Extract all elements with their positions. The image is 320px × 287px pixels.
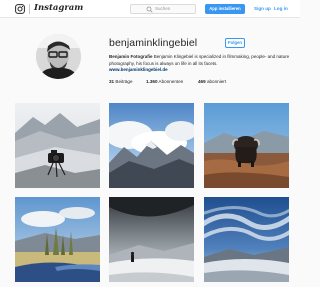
- profile-bio: Benjamin Fotografie Benjamin Klingebiel …: [109, 54, 294, 67]
- search-input[interactable]: Suchen: [130, 4, 196, 14]
- post-thumbnail-camera-on-snowy-mountain[interactable]: [15, 103, 100, 188]
- follow-button[interactable]: Folgen: [225, 38, 245, 48]
- followers-label: Abonnenten: [157, 79, 184, 84]
- post-thumbnail-musk-ox-in-tundra[interactable]: [204, 103, 289, 188]
- stat-following[interactable]: 469 abonniert: [198, 79, 226, 85]
- log-in-link[interactable]: Log in: [274, 4, 288, 14]
- search-icon: [146, 6, 153, 13]
- stat-followers[interactable]: 1.360 Abonnenten: [146, 79, 183, 85]
- profile-website-link[interactable]: www.benjaminklingebiel.de: [109, 67, 168, 73]
- profile-username: benjaminklingebiel: [109, 37, 198, 49]
- following-label: abonniert: [205, 79, 227, 84]
- stat-posts: 31 Beiträge: [109, 79, 133, 85]
- sign-up-link[interactable]: Sign up: [254, 4, 271, 14]
- install-app-button[interactable]: App installieren: [205, 4, 245, 14]
- profile-avatar: [36, 34, 81, 79]
- instagram-camera-icon[interactable]: [15, 4, 25, 14]
- bio-name: Benjamin Fotografie: [109, 54, 153, 59]
- followers-count: 1.360: [146, 79, 158, 84]
- top-navigation-bar: Instagram Suchen App installieren Sign u…: [0, 0, 300, 18]
- logo-divider: [29, 4, 30, 14]
- following-count: 469: [198, 79, 206, 84]
- post-thumbnail-dramatic-sky-over-snowy-landscape[interactable]: [204, 197, 289, 282]
- post-thumbnail-mountains-and-clouds[interactable]: [109, 103, 194, 188]
- post-grid: [15, 103, 289, 287]
- posts-label: Beiträge: [114, 79, 133, 84]
- search-placeholder: Suchen: [155, 6, 171, 11]
- instagram-wordmark[interactable]: Instagram: [34, 3, 83, 14]
- post-thumbnail-river-valley-with-trees[interactable]: [15, 197, 100, 282]
- post-thumbnail-person-on-snowy-slope[interactable]: [109, 197, 194, 282]
